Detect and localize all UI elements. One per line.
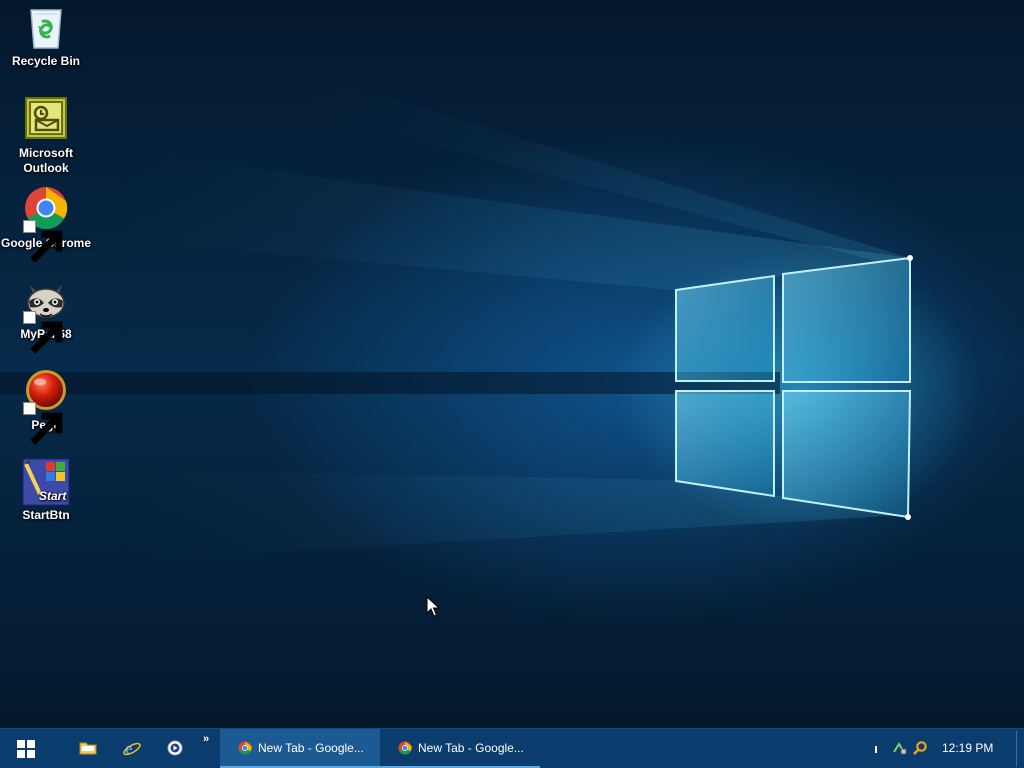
shortcut-arrow-icon bbox=[23, 220, 63, 263]
shortcut-arrow-icon bbox=[23, 402, 63, 445]
desktop-icon-mypal[interactable]: MyPal 68 bbox=[0, 277, 92, 354]
desktop[interactable]: Recycle Bin Microsoft Outlook Google Chr… bbox=[0, 0, 1024, 728]
taskbar-button-label: New Tab - Google... bbox=[258, 740, 364, 755]
desktop-icon-startbtn[interactable]: Start StartBtn bbox=[0, 458, 92, 523]
start-button[interactable] bbox=[8, 735, 44, 763]
desktop-icon-pego[interactable]: Pego bbox=[0, 368, 92, 445]
chrome-icon bbox=[22, 186, 70, 263]
network-icon[interactable] bbox=[892, 740, 908, 756]
taskbar-clock[interactable]: 12:19 PM bbox=[942, 741, 993, 755]
chrome-icon bbox=[238, 741, 252, 755]
search-tray-icon[interactable] bbox=[912, 740, 928, 756]
startbtn-icon-text: Start bbox=[39, 489, 67, 503]
media-player-icon[interactable] bbox=[165, 738, 185, 758]
taskbar-button-label: New Tab - Google... bbox=[418, 740, 524, 755]
wallpaper-window-logo bbox=[0, 70, 913, 560]
tray-separator bbox=[875, 746, 877, 753]
mouse-cursor-icon bbox=[426, 596, 440, 617]
show-desktop-button[interactable] bbox=[1016, 731, 1017, 767]
pego-red-ball-icon bbox=[22, 368, 70, 445]
chrome-icon bbox=[398, 741, 412, 755]
taskbar-button-chrome-1[interactable]: New Tab - Google... bbox=[220, 729, 380, 768]
mypal-raccoon-icon bbox=[22, 277, 70, 354]
desktop-icon-microsoft-outlook[interactable]: Microsoft Outlook bbox=[0, 96, 92, 176]
desktop-icon-label: StartBtn bbox=[22, 508, 70, 522]
file-explorer-icon[interactable] bbox=[78, 738, 98, 758]
desktop-icon-label: Recycle Bin bbox=[11, 54, 81, 68]
desktop-icon-label: Microsoft Outlook bbox=[19, 146, 73, 175]
startbtn-icon: Start bbox=[22, 458, 70, 506]
internet-explorer-icon[interactable]: e bbox=[122, 738, 142, 758]
desktop-icon-recycle-bin[interactable]: Recycle Bin bbox=[0, 4, 92, 69]
taskbar: e » New Tab - Google... New Tab - Google… bbox=[0, 728, 1024, 768]
recycle-bin-icon bbox=[22, 4, 70, 52]
quick-launch-overflow[interactable]: » bbox=[203, 733, 209, 745]
taskbar-button-chrome-2[interactable]: New Tab - Google... bbox=[380, 729, 540, 768]
windows-logo-icon bbox=[17, 740, 35, 758]
shortcut-arrow-icon bbox=[23, 311, 63, 354]
outlook-icon bbox=[22, 96, 70, 144]
desktop-icon-google-chrome[interactable]: Google Chrome bbox=[0, 186, 92, 263]
